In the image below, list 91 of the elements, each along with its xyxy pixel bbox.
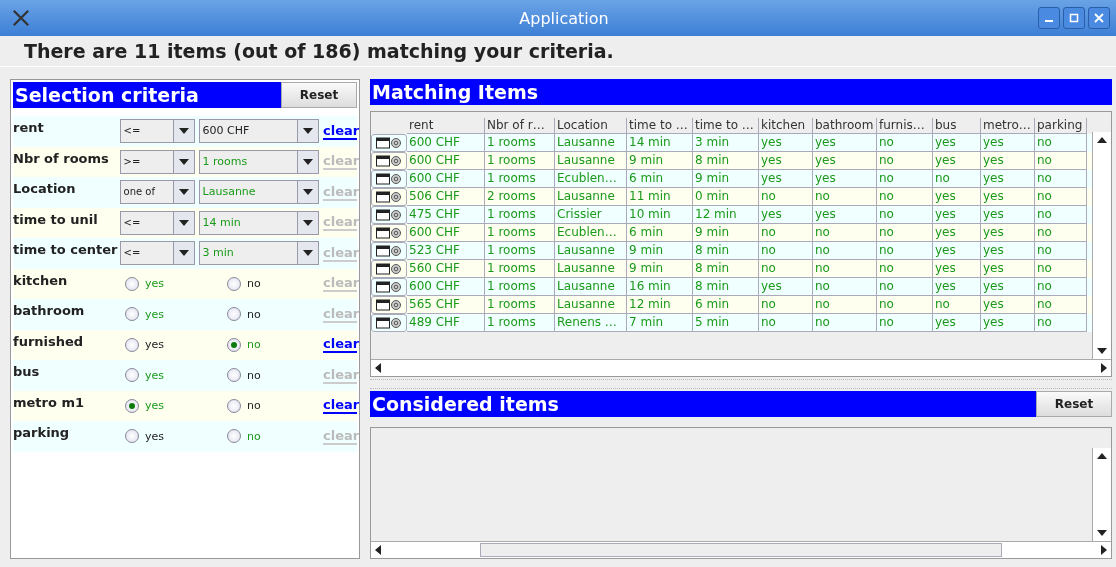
criterion-label: time to unil bbox=[13, 210, 99, 227]
radio-option[interactable]: yes bbox=[118, 368, 221, 383]
table-cell: 7 min bbox=[627, 314, 693, 332]
row-icon[interactable] bbox=[371, 188, 407, 206]
caret-icon bbox=[178, 128, 189, 135]
criterion-label: time to center bbox=[13, 241, 119, 257]
row-icon[interactable] bbox=[371, 170, 407, 188]
operator-dropdown[interactable]: <= bbox=[119, 210, 195, 235]
scroll-right-icon[interactable] bbox=[1101, 363, 1107, 373]
radio-option[interactable]: no bbox=[220, 429, 323, 444]
row-icon[interactable] bbox=[371, 152, 407, 170]
vertical-scrollbar[interactable] bbox=[1092, 132, 1111, 359]
table-cell: yes bbox=[933, 314, 981, 332]
minimize-button[interactable] bbox=[1038, 7, 1060, 29]
radio-option[interactable]: no bbox=[220, 307, 323, 322]
clear-link[interactable]: clear bbox=[323, 397, 357, 415]
scroll-right-icon[interactable] bbox=[1101, 545, 1107, 555]
caret-icon bbox=[178, 250, 189, 257]
panel-heading: Matching Items bbox=[371, 81, 538, 103]
radio-option[interactable]: no bbox=[220, 368, 323, 383]
vertical-scrollbar[interactable] bbox=[1092, 448, 1111, 541]
reset-button[interactable]: Reset bbox=[1036, 391, 1112, 417]
maximize-button[interactable] bbox=[1063, 7, 1085, 29]
table-cell: Renens … bbox=[555, 314, 627, 332]
close-button[interactable] bbox=[1088, 7, 1110, 29]
reset-button[interactable]: Reset bbox=[281, 82, 357, 108]
row-icon[interactable] bbox=[371, 134, 407, 152]
radio-option[interactable]: no bbox=[220, 398, 323, 413]
criterion-label: metro m1 bbox=[13, 393, 86, 410]
operator-dropdown[interactable]: <= bbox=[119, 119, 195, 144]
radio-option[interactable]: yes bbox=[118, 398, 221, 413]
operator-dropdown[interactable]: <= bbox=[119, 241, 195, 266]
criterion-label: bathroom bbox=[13, 302, 86, 318]
scroll-left-icon[interactable] bbox=[375, 545, 381, 555]
operator-dropdown[interactable]: >= bbox=[119, 149, 195, 174]
row-icon[interactable] bbox=[371, 224, 407, 242]
window-title: Application bbox=[518, 8, 610, 28]
criterion-label: Nbr of rooms bbox=[13, 149, 110, 166]
caret-icon bbox=[303, 158, 313, 165]
row-icon[interactable] bbox=[371, 206, 407, 224]
criterion-label: bus bbox=[13, 363, 41, 379]
row-icon[interactable] bbox=[371, 260, 407, 278]
caret-icon bbox=[303, 189, 313, 196]
table-cell: 489 CHF bbox=[407, 314, 485, 332]
radio-option[interactable]: yes bbox=[118, 337, 221, 352]
table-cell: no bbox=[1035, 314, 1087, 332]
table-cell: no bbox=[877, 314, 933, 332]
table-cell: 5 min bbox=[693, 314, 759, 332]
criterion-label: kitchen bbox=[13, 271, 69, 288]
caret-icon bbox=[178, 158, 189, 165]
table-cell: no bbox=[813, 314, 877, 332]
radio-option[interactable]: no bbox=[220, 337, 323, 352]
scroll-up-icon[interactable] bbox=[1097, 453, 1107, 459]
horizontal-scrollbar[interactable] bbox=[371, 359, 1111, 376]
radio-option[interactable]: yes bbox=[118, 429, 221, 444]
criterion-label: parking bbox=[13, 424, 71, 440]
criterion-label: Location bbox=[13, 180, 77, 196]
caret-icon bbox=[303, 250, 313, 257]
caret-icon bbox=[178, 189, 189, 196]
clear-link[interactable]: clear bbox=[323, 122, 357, 140]
row-icon[interactable] bbox=[371, 278, 407, 296]
radio-option[interactable]: yes bbox=[118, 276, 221, 291]
criterion-label: furnished bbox=[13, 332, 85, 349]
table-cell: no bbox=[759, 314, 813, 332]
splitter-handle[interactable] bbox=[370, 379, 1112, 389]
caret-icon bbox=[303, 219, 313, 226]
clear-link[interactable]: clear bbox=[323, 336, 357, 354]
value-dropdown[interactable]: 600 CHF bbox=[198, 119, 319, 144]
row-icon[interactable] bbox=[371, 296, 407, 314]
operator-dropdown[interactable]: one of bbox=[119, 180, 195, 205]
scroll-left-icon[interactable] bbox=[375, 363, 381, 373]
close-icon bbox=[1094, 13, 1104, 23]
caret-icon bbox=[303, 128, 313, 135]
row-icon[interactable] bbox=[371, 242, 407, 260]
criterion-label: rent bbox=[13, 119, 45, 135]
radio-option[interactable]: no bbox=[220, 276, 323, 291]
panel-heading: Considered items bbox=[371, 393, 559, 415]
scroll-thumb[interactable] bbox=[480, 543, 1002, 557]
minimize-icon bbox=[1045, 20, 1053, 22]
scroll-down-icon[interactable] bbox=[1097, 530, 1107, 536]
horizontal-scrollbar[interactable] bbox=[371, 541, 1111, 558]
table-cell: 1 rooms bbox=[485, 314, 555, 332]
row-icon[interactable] bbox=[371, 314, 407, 332]
panel-heading: Selection criteria bbox=[14, 84, 199, 106]
table-cell: yes bbox=[981, 314, 1035, 332]
radio-option[interactable]: yes bbox=[118, 307, 221, 322]
scroll-up-icon[interactable] bbox=[1097, 137, 1107, 143]
caret-icon bbox=[178, 219, 189, 226]
scroll-down-icon[interactable] bbox=[1097, 348, 1107, 354]
maximize-icon bbox=[1069, 13, 1079, 23]
x-logo-icon bbox=[12, 9, 30, 27]
